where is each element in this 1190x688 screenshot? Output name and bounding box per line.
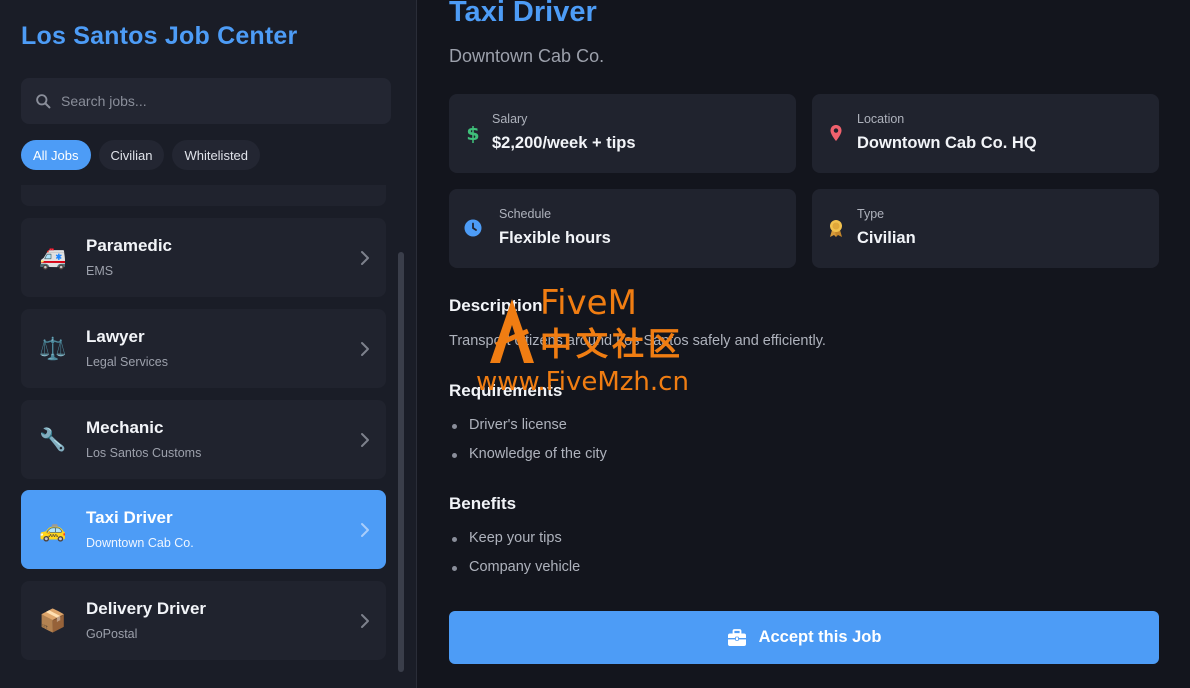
job-card-partial[interactable] (21, 185, 386, 206)
chevron-right-icon (361, 342, 369, 356)
scales-icon: ⚖️ (39, 336, 67, 361)
requirement-item: Driver's license (452, 417, 567, 433)
filter-whitelisted[interactable]: Whitelisted (172, 140, 261, 170)
chevron-right-icon (361, 251, 369, 265)
chevron-right-icon (361, 523, 369, 537)
requirement-text: Knowledge of the city (469, 446, 607, 462)
benefit-item: Company vehicle (452, 559, 580, 575)
benefit-text: Company vehicle (469, 559, 581, 575)
job-card-mechanic[interactable]: 🔧 Mechanic Los Santos Customs (21, 400, 386, 479)
location-card: Location Downtown Cab Co. HQ (812, 94, 1159, 173)
description-heading: Description (449, 296, 543, 315)
schedule-label: Schedule (499, 207, 552, 221)
requirement-item: Knowledge of the city (452, 446, 607, 462)
job-list-scrollbar[interactable] (398, 252, 404, 672)
sidebar: Los Santos Job Center All Jobs Civilian … (0, 0, 417, 688)
filter-all-jobs[interactable]: All Jobs (21, 140, 91, 170)
job-card-taxi-driver[interactable]: 🚕 Taxi Driver Downtown Cab Co. (21, 490, 386, 569)
job-subtitle: Los Santos Customs (86, 446, 202, 460)
location-label: Location (857, 112, 905, 126)
schedule-card: Schedule Flexible hours (449, 189, 796, 268)
job-title: Taxi Driver (86, 508, 173, 527)
taxi-icon: 🚕 (39, 517, 67, 542)
job-card-lawyer[interactable]: ⚖️ Lawyer Legal Services (21, 309, 386, 388)
package-icon: 📦 (39, 608, 67, 633)
chevron-right-icon (361, 433, 369, 447)
job-detail-panel: Taxi Driver Downtown Cab Co. $ Salary $2… (418, 0, 1190, 688)
briefcase-icon (727, 628, 746, 646)
accept-job-label: Accept this Job (758, 628, 882, 646)
job-subtitle: Legal Services (86, 355, 168, 369)
app-title: Los Santos Job Center (21, 22, 298, 50)
wrench-icon: 🔧 (39, 427, 67, 452)
type-card: Type Civilian (812, 189, 1159, 268)
job-subtitle: Downtown Cab Co. (86, 536, 194, 550)
search-icon (36, 93, 51, 108)
detail-title: Taxi Driver (449, 0, 597, 28)
requirement-text: Driver's license (469, 417, 567, 433)
filter-civilian[interactable]: Civilian (98, 140, 165, 170)
search-box[interactable] (21, 78, 391, 124)
job-subtitle: GoPostal (86, 627, 138, 641)
schedule-value: Flexible hours (499, 229, 611, 247)
description-text: Transport citizens around Los Santos saf… (449, 333, 826, 349)
ambulance-icon: 🚑 (39, 245, 67, 270)
type-label: Type (857, 207, 885, 221)
chevron-right-icon (361, 614, 369, 628)
svg-text:$: $ (466, 123, 479, 143)
type-value: Civilian (857, 229, 916, 247)
salary-label: Salary (492, 112, 528, 126)
job-card-delivery-driver[interactable]: 📦 Delivery Driver GoPostal (21, 581, 386, 660)
detail-company: Downtown Cab Co. (449, 46, 605, 66)
job-title: Lawyer (86, 327, 145, 346)
requirements-heading: Requirements (449, 381, 563, 400)
filter-chips: All Jobs Civilian Whitelisted (21, 140, 261, 170)
search-input[interactable] (61, 93, 361, 109)
job-title: Mechanic (86, 418, 164, 437)
dollar-icon: $ (466, 123, 479, 143)
benefits-heading: Benefits (449, 494, 517, 513)
salary-value: $2,200/week + tips (492, 134, 636, 152)
job-title: Delivery Driver (86, 599, 207, 618)
benefit-item: Keep your tips (452, 530, 562, 546)
clock-icon (464, 219, 482, 237)
map-pin-icon (830, 125, 842, 141)
job-title: Paramedic (86, 236, 172, 255)
job-card-paramedic[interactable]: 🚑 Paramedic EMS (21, 218, 386, 297)
accept-job-button[interactable]: Accept this Job (449, 611, 1159, 664)
salary-card: $ Salary $2,200/week + tips (449, 94, 796, 173)
job-list: 🚑 Paramedic EMS ⚖️ Lawyer Legal Services… (0, 185, 395, 688)
location-value: Downtown Cab Co. HQ (857, 134, 1037, 152)
benefit-text: Keep your tips (469, 530, 562, 546)
job-subtitle: EMS (86, 264, 114, 278)
badge-icon (830, 220, 842, 237)
